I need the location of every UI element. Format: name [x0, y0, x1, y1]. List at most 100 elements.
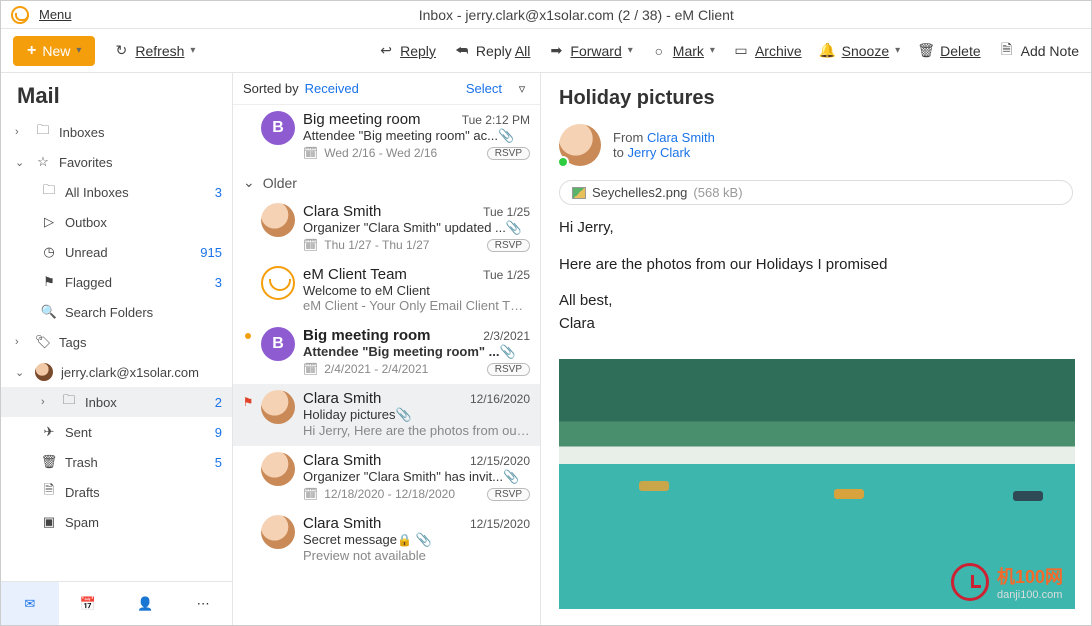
- bell-icon: 🔔: [820, 43, 836, 59]
- message-from: Clara Smith: [303, 515, 470, 532]
- sorted-by-label: Sorted by: [243, 81, 299, 96]
- rsvp-badge[interactable]: RSVP: [487, 239, 530, 252]
- app-logo-icon: [11, 6, 29, 24]
- sidebar-outbox[interactable]: ▷ Outbox: [1, 207, 232, 237]
- watermark-text: 机100网: [997, 567, 1063, 587]
- archive-button[interactable]: ▭ Archive: [733, 43, 802, 59]
- clock-icon: ◷: [41, 244, 57, 260]
- forward-icon: ➡: [548, 43, 564, 59]
- message-from: Big meeting room: [303, 111, 462, 128]
- select-button[interactable]: Select: [466, 81, 502, 96]
- sidebar-tags[interactable]: › 🏷 Tags: [1, 327, 232, 357]
- sidebar-account[interactable]: ⌄ jerry.clark@x1solar.com: [1, 357, 232, 387]
- message-item[interactable]: Clara Smith12/15/2020 Organizer "Clara S…: [233, 446, 540, 509]
- message-item[interactable]: eM Client TeamTue 1/25 Welcome to eM Cli…: [233, 260, 540, 321]
- avatar-icon: [261, 390, 295, 424]
- email-body: Hi Jerry, Here are the photos from our H…: [541, 217, 1091, 349]
- image-file-icon: [572, 187, 586, 199]
- reply-icon: ↩: [378, 43, 394, 59]
- add-note-button[interactable]: 🗎 Add Note: [999, 43, 1079, 59]
- new-button[interactable]: + New ▾: [13, 36, 95, 66]
- menu-button[interactable]: Menu: [39, 7, 72, 22]
- attachment-chip[interactable]: Seychelles2.png (568 kB): [559, 180, 1073, 205]
- message-date: Tue 1/25: [483, 205, 530, 219]
- to-link[interactable]: Jerry Clark: [627, 145, 690, 160]
- sort-field[interactable]: Received: [305, 81, 359, 96]
- message-preview: eM Client - Your Only Email Client Thank…: [303, 298, 530, 313]
- mark-icon: ○: [651, 43, 667, 59]
- sidebar-flagged[interactable]: ⚑ Flagged 3: [1, 267, 232, 297]
- reply-all-icon: ⮪: [454, 43, 470, 59]
- message-range: 2/4/2021 - 2/4/2021: [324, 362, 481, 376]
- from-link[interactable]: Clara Smith: [647, 130, 715, 145]
- attachment-icon: 📎: [498, 128, 514, 144]
- reply-all-button[interactable]: ⮪ Reply All: [454, 43, 530, 59]
- nav-more[interactable]: ⋯: [174, 582, 232, 625]
- message-list: Sorted by Received Select ▿ B Big meetin…: [233, 73, 541, 625]
- message-item[interactable]: ⚑ Clara Smith12/16/2020 Holiday pictures…: [233, 384, 540, 446]
- plus-icon: +: [27, 42, 36, 60]
- nav-calendar[interactable]: 📅: [59, 582, 117, 625]
- chevron-down-icon: ▾: [76, 45, 81, 56]
- message-date: Tue 2:12 PM: [462, 113, 530, 127]
- sidebar-inboxes[interactable]: › 🗀 Inboxes: [1, 117, 232, 147]
- sidebar-sent[interactable]: ✈ Sent 9: [1, 417, 232, 447]
- sidebar-all-inboxes[interactable]: 🗀 All Inboxes 3: [1, 177, 232, 207]
- message-group-older[interactable]: ⌄Older: [233, 168, 540, 197]
- sidebar-spam[interactable]: ▣ Spam: [1, 507, 232, 537]
- lock-icon: 🔒: [397, 533, 412, 547]
- avatar-icon: [35, 363, 53, 381]
- avatar-icon: B: [261, 327, 295, 361]
- chevron-down-icon: ▾: [895, 45, 900, 56]
- rsvp-badge[interactable]: RSVP: [487, 147, 530, 160]
- sidebar-trash[interactable]: 🗑 Trash 5: [1, 447, 232, 477]
- snooze-button[interactable]: 🔔 Snooze ▾: [820, 43, 901, 59]
- sidebar-favorites[interactable]: ⌄ ☆ Favorites: [1, 147, 232, 177]
- chevron-down-icon: ▾: [190, 45, 195, 56]
- sidebar-inbox[interactable]: › 🗀 Inbox 2: [1, 387, 232, 417]
- mark-button[interactable]: ○ Mark ▾: [651, 43, 715, 59]
- message-item[interactable]: Clara Smith12/15/2020 Secret message🔒📎 P…: [233, 509, 540, 571]
- attachment-icon: 📎: [503, 469, 519, 485]
- message-item[interactable]: Clara SmithTue 1/25 Organizer "Clara Smi…: [233, 197, 540, 260]
- message-subject: Holiday pictures: [303, 407, 396, 422]
- refresh-button[interactable]: ↻ Refresh ▾: [113, 43, 195, 59]
- rsvp-badge[interactable]: RSVP: [487, 363, 530, 376]
- avatar-icon: [559, 124, 601, 166]
- sidebar-unread[interactable]: ◷ Unread 915: [1, 237, 232, 267]
- sidebar-search-folders[interactable]: 🔍 Search Folders: [1, 297, 232, 327]
- filter-icon[interactable]: ▿: [514, 81, 530, 97]
- chevron-down-icon: ⌄: [243, 174, 255, 191]
- sidebar-title: Mail: [1, 73, 232, 117]
- trash-icon: 🗑: [41, 454, 57, 470]
- rsvp-badge[interactable]: RSVP: [487, 488, 530, 501]
- sidebar-drafts[interactable]: 🗎 Drafts: [1, 477, 232, 507]
- flag-icon: ⚑: [41, 274, 57, 290]
- message-item[interactable]: B Big meeting room2/3/2021 Attendee "Big…: [233, 321, 540, 384]
- nav-contacts[interactable]: 👤: [117, 582, 175, 625]
- inbox-icon: 🗀: [61, 394, 77, 410]
- flag-icon: ⚑: [243, 396, 254, 408]
- unread-dot-icon: [243, 327, 253, 376]
- message-subject: Secret message: [303, 532, 397, 547]
- sent-icon: ✈: [41, 424, 57, 440]
- message-date: 2/3/2021: [483, 329, 530, 343]
- delete-button[interactable]: 🗑 Delete: [918, 43, 980, 59]
- chevron-right-icon: ›: [15, 336, 27, 348]
- mail-icon: ✉: [24, 596, 35, 612]
- attachment-icon: 📎: [506, 220, 522, 236]
- message-item[interactable]: B Big meeting roomTue 2:12 PM Attendee "…: [233, 105, 540, 168]
- search-icon: 🔍: [41, 304, 57, 320]
- nav-mail[interactable]: ✉: [1, 582, 59, 625]
- drafts-icon: 🗎: [41, 484, 57, 500]
- watermark-icon: [951, 563, 989, 601]
- chevron-right-icon: ›: [41, 396, 53, 408]
- chevron-down-icon: ▾: [628, 45, 633, 56]
- avatar-icon: B: [261, 111, 295, 145]
- forward-button[interactable]: ➡ Forward ▾: [548, 43, 632, 59]
- message-subject: Organizer "Clara Smith" has invit...: [303, 469, 503, 484]
- reply-button[interactable]: ↩ Reply: [378, 43, 436, 59]
- message-range: 12/18/2020 - 12/18/2020: [324, 487, 481, 501]
- note-icon: 🗎: [999, 43, 1015, 59]
- tag-icon: 🏷: [35, 334, 51, 350]
